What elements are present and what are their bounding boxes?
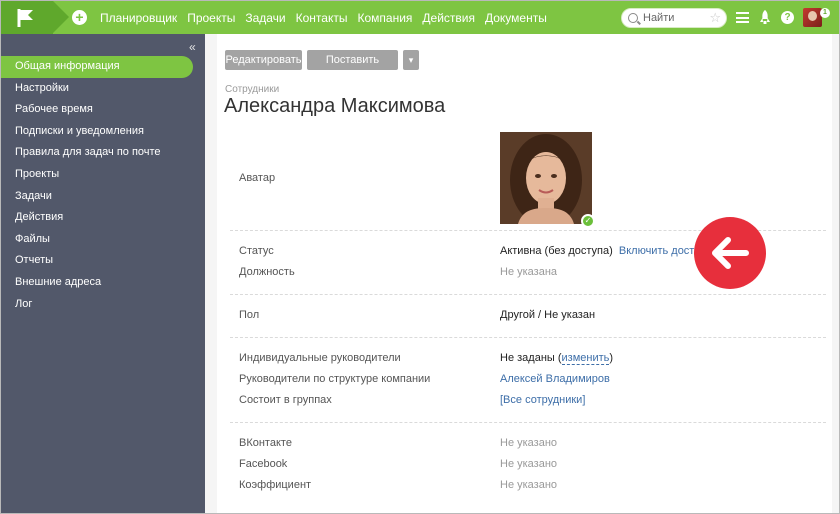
arrow-left-icon (712, 237, 749, 269)
breadcrumb[interactable]: Сотрудники (225, 84, 279, 95)
managers-text: Не заданы (500, 352, 555, 364)
more-actions-dropdown[interactable]: ▾ (403, 50, 419, 70)
edit-button[interactable]: Редактировать (225, 50, 302, 70)
sidebar-item-log[interactable]: Лог (1, 294, 205, 316)
status-value: Активна (без доступа) Включить доступ (500, 245, 706, 257)
plus-icon[interactable]: + (72, 10, 87, 25)
profile-photo-image (500, 132, 592, 224)
sidebar-item-tasks[interactable]: Задачи (1, 186, 205, 208)
avatar-label: Аватар (239, 172, 276, 184)
nav-item-company[interactable]: Компания (357, 11, 412, 25)
separator (230, 422, 826, 423)
sidebar-item-mail-rules[interactable]: Правила для задач по почте (1, 142, 205, 164)
vk-label: ВКонтакте (239, 437, 292, 449)
profile-photo[interactable] (500, 132, 592, 224)
facebook-value: Не указано (500, 458, 558, 470)
notification-badge[interactable]: 1 (820, 8, 830, 18)
logo[interactable] (1, 1, 69, 34)
vk-value: Не указано (500, 437, 558, 449)
facebook-label: Facebook (239, 458, 288, 470)
status-text: Активна (без доступа) (500, 245, 613, 257)
sidebar-item-work-time[interactable]: Рабочее время (1, 99, 205, 121)
structure-managers-label: Руководители по структуре компании (239, 373, 431, 385)
coefficient-label: Коэффициент (239, 479, 312, 491)
nav-item-documents[interactable]: Документы (485, 11, 547, 25)
nav-item-tasks[interactable]: Задачи (245, 11, 285, 25)
sidebar-item-projects[interactable]: Проекты (1, 164, 205, 186)
managers-paren-close: ) (609, 352, 614, 364)
structure-manager-link[interactable]: Алексей Владимиров (500, 373, 610, 385)
coefficient-value: Не указано (500, 479, 558, 491)
star-icon[interactable]: ☆ (709, 10, 721, 26)
main-nav: Планировщик Проекты Задачи Контакты Комп… (100, 1, 557, 34)
managers-value: Не заданы (изменить) (500, 352, 614, 365)
nav-item-planner[interactable]: Планировщик (100, 11, 177, 25)
groups-link[interactable]: [Все сотрудники] (500, 394, 585, 406)
annotation-arrow (694, 217, 766, 289)
online-status-icon: ✓ (581, 214, 595, 228)
change-managers-link[interactable]: изменить (561, 352, 610, 365)
gender-label: Пол (239, 309, 260, 321)
position-value: Не указана (500, 266, 558, 278)
position-label: Должность (239, 266, 295, 278)
managers-paren-open: ( (557, 352, 562, 364)
search-box[interactable]: ☆ (621, 8, 727, 28)
nav-item-contacts[interactable]: Контакты (296, 11, 348, 25)
assign-task-button[interactable]: Поставить задачу (307, 50, 398, 86)
nav-item-projects[interactable]: Проекты (187, 11, 235, 25)
top-navigation-bar: + Планировщик Проекты Задачи Контакты Ко… (1, 1, 839, 34)
sidebar-item-general-info[interactable]: Общая информация (1, 56, 193, 78)
sidebar-item-actions[interactable]: Действия (1, 207, 205, 229)
sidebar-menu: Общая информация Настройки Рабочее время… (1, 56, 205, 315)
groups-label: Состоит в группах (239, 394, 332, 406)
sidebar-item-external-addresses[interactable]: Внешние адреса (1, 272, 205, 294)
nav-item-actions[interactable]: Действия (422, 11, 475, 25)
help-icon[interactable]: ? (781, 11, 794, 24)
flag-logo-icon (17, 9, 33, 27)
menu-icon[interactable] (736, 12, 749, 23)
collapse-sidebar-icon[interactable]: « (189, 40, 196, 54)
gender-value: Другой / Не указан (500, 309, 596, 321)
managers-label: Индивидуальные руководители (239, 352, 401, 364)
separator (230, 337, 826, 338)
status-label: Статус (239, 245, 274, 257)
sidebar-item-reports[interactable]: Отчеты (1, 250, 205, 272)
separator (230, 294, 826, 295)
rocket-icon[interactable] (759, 10, 771, 25)
sidebar-item-files[interactable]: Файлы (1, 229, 205, 251)
sidebar-item-settings[interactable]: Настройки (1, 78, 205, 100)
search-icon (628, 13, 638, 23)
enable-access-link[interactable]: Включить доступ (619, 245, 706, 257)
sidebar: « Общая информация Настройки Рабочее вре… (1, 34, 205, 513)
search-input[interactable] (643, 11, 705, 25)
page-title: Александра Максимова (224, 95, 446, 117)
sidebar-item-subscriptions[interactable]: Подписки и уведомления (1, 121, 205, 143)
